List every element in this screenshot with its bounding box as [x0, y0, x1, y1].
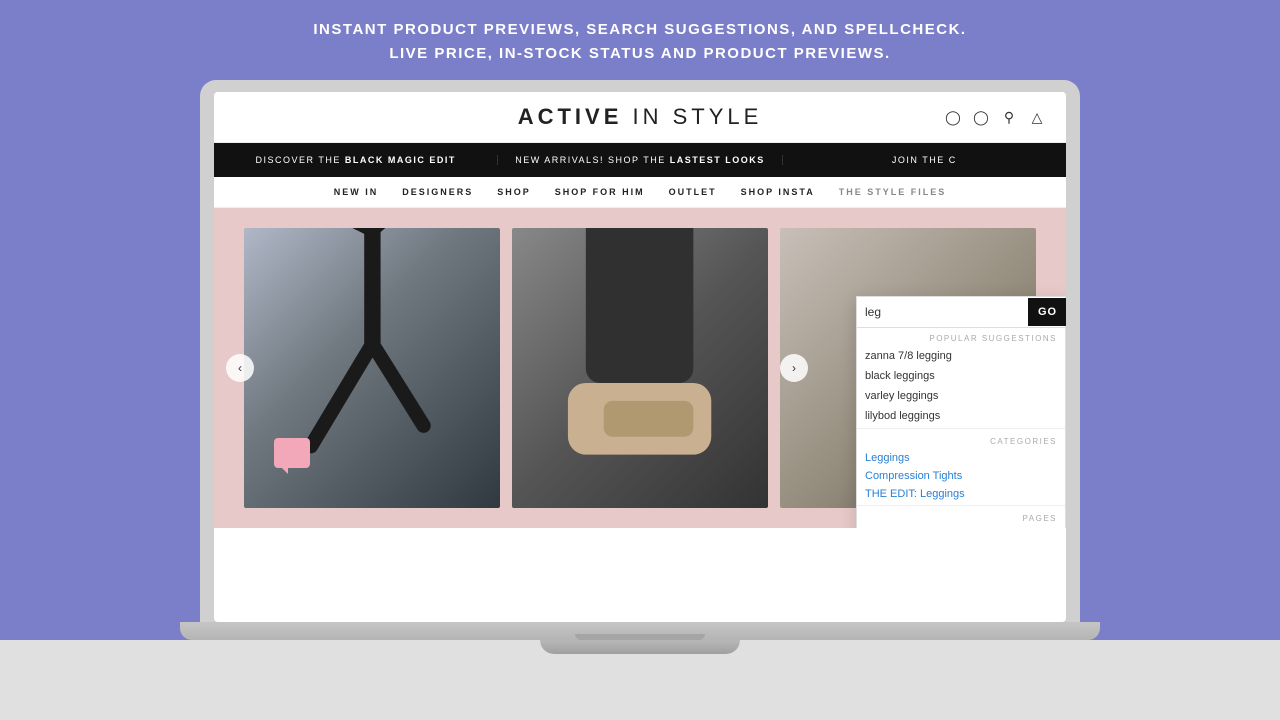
headline-line2: LIVE PRICE, IN-STOCK STATUS AND PRODUCT …: [313, 42, 966, 66]
promo-text-2b: LASTEST LOOKS: [670, 155, 765, 165]
search-bar: GO: [857, 297, 1065, 328]
logo-bold: ACTIVE: [518, 104, 623, 129]
chat-bubble[interactable]: [274, 438, 310, 468]
laptop-frame: ACTIVE IN STYLE ◯ ◯ ⚲ △ DISCOVER THE BLA…: [180, 76, 1100, 640]
search-input[interactable]: [857, 297, 1028, 327]
categories-label: CATEGORIES: [857, 431, 1065, 449]
shoe-figure: [550, 228, 729, 508]
cart-icon[interactable]: △: [1028, 108, 1046, 126]
pages-label: PAGES: [857, 508, 1065, 526]
site-logo: ACTIVE IN STYLE: [518, 104, 763, 130]
page-our-story[interactable]: Our Story: [857, 526, 1065, 528]
promo-text-1b: BLACK MAGIC EDIT: [345, 155, 456, 165]
suggestion-1[interactable]: zanna 7/8 legging: [857, 346, 1065, 366]
nav-outlet[interactable]: OUTLET: [669, 187, 717, 197]
suggestion-4[interactable]: lilybod leggings: [857, 406, 1065, 426]
promo-text-2a: NEW ARRIVALS! SHOP THE: [515, 155, 670, 165]
nav-new-in[interactable]: NEW IN: [334, 187, 379, 197]
logo-rest: IN STYLE: [633, 104, 763, 129]
search-icon[interactable]: ⚲: [1000, 108, 1018, 126]
suggestion-2[interactable]: black leggings: [857, 366, 1065, 386]
category-compression[interactable]: Compression Tights: [857, 467, 1065, 485]
nav-designers[interactable]: DESIGNERS: [402, 187, 473, 197]
promo-item-1[interactable]: DISCOVER THE BLACK MAGIC EDIT: [214, 155, 498, 165]
headline: INSTANT PRODUCT PREVIEWS, SEARCH SUGGEST…: [293, 0, 986, 76]
hero-arrow-right[interactable]: ›: [780, 354, 808, 382]
promo-text-3: JOIN THE C: [892, 155, 957, 165]
promo-item-2[interactable]: NEW ARRIVALS! SHOP THE LASTEST LOOKS: [498, 155, 782, 165]
nav-shop-insta[interactable]: SHOP INSTA: [741, 187, 815, 197]
site-header: ACTIVE IN STYLE ◯ ◯ ⚲ △: [214, 92, 1066, 143]
category-leggings[interactable]: Leggings: [857, 449, 1065, 467]
laptop-stand: [540, 640, 740, 654]
nav-shop[interactable]: SHOP: [497, 187, 531, 197]
promo-item-3[interactable]: JOIN THE C: [783, 155, 1066, 165]
account-icon[interactable]: ◯: [944, 108, 962, 126]
browser-window: ACTIVE IN STYLE ◯ ◯ ⚲ △ DISCOVER THE BLA…: [214, 92, 1066, 622]
laptop-base: [180, 622, 1100, 640]
help-icon[interactable]: ◯: [972, 108, 990, 126]
hero-area: ‹ › GO POPULAR SUGGESTIONS zanna 7/8 leg…: [214, 208, 1066, 528]
popular-suggestions-label: POPULAR SUGGESTIONS: [857, 328, 1065, 346]
bottom-surface: [0, 640, 1280, 720]
nav-style-files[interactable]: THE STYLE FILES: [839, 187, 947, 197]
suggestion-3[interactable]: varley leggings: [857, 386, 1065, 406]
headline-line1: INSTANT PRODUCT PREVIEWS, SEARCH SUGGEST…: [313, 18, 966, 42]
search-dropdown: GO POPULAR SUGGESTIONS zanna 7/8 legging…: [856, 296, 1066, 528]
search-go-button[interactable]: GO: [1028, 298, 1066, 326]
header-icons: ◯ ◯ ⚲ △: [944, 108, 1046, 126]
laptop-screen-frame: ACTIVE IN STYLE ◯ ◯ ⚲ △ DISCOVER THE BLA…: [200, 80, 1080, 622]
nav-shop-for-him[interactable]: SHOP FOR HIM: [555, 187, 645, 197]
promo-bar: DISCOVER THE BLACK MAGIC EDIT NEW ARRIVA…: [214, 143, 1066, 177]
hero-image-2: [512, 228, 768, 508]
main-nav: NEW IN DESIGNERS SHOP SHOP FOR HIM OUTLE…: [214, 177, 1066, 208]
promo-text-1a: DISCOVER THE: [255, 155, 344, 165]
category-edit[interactable]: THE EDIT: Leggings: [857, 485, 1065, 503]
hero-arrow-left[interactable]: ‹: [226, 354, 254, 382]
